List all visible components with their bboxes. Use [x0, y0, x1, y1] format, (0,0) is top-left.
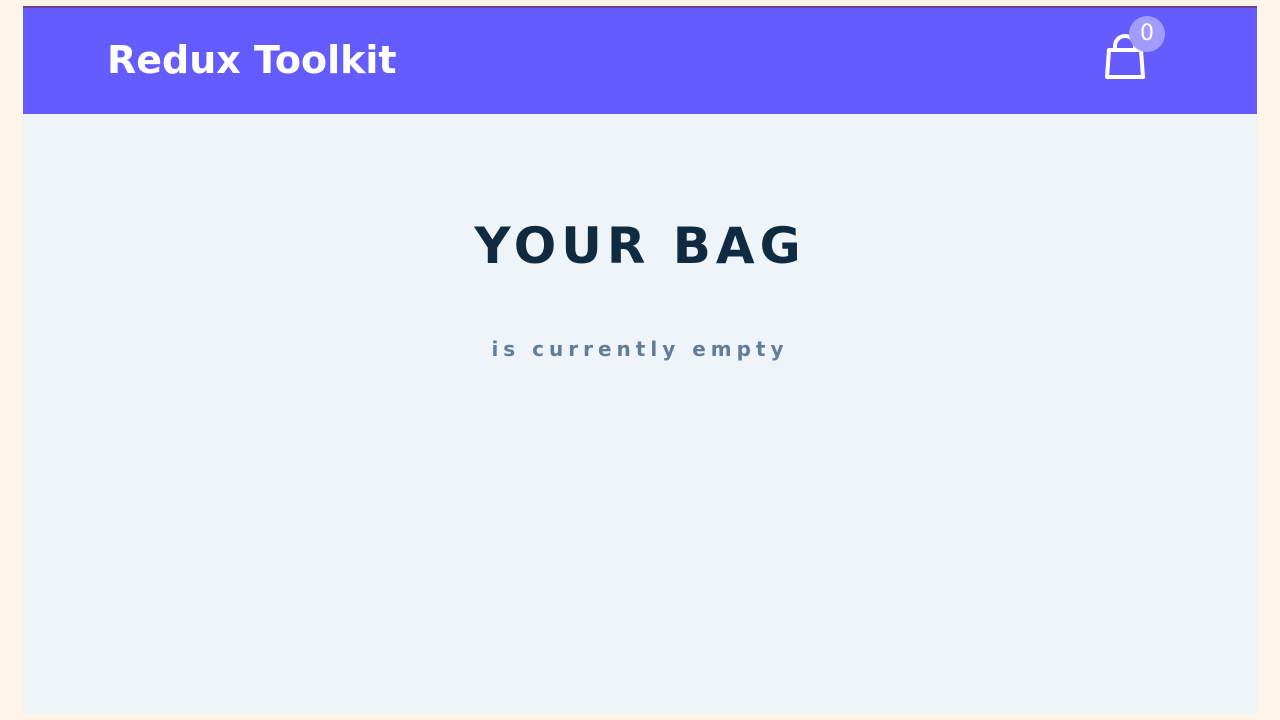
brand-title: Redux Toolkit [107, 38, 397, 82]
navbar: Redux Toolkit 0 [23, 8, 1257, 114]
empty-cart-message: is currently empty [491, 337, 789, 361]
app-frame: Redux Toolkit 0 YOUR BAG is currently em… [23, 6, 1257, 714]
cart-count-badge: 0 [1129, 16, 1165, 52]
cart-title: YOUR BAG [474, 217, 806, 275]
cart-section: YOUR BAG is currently empty [23, 114, 1257, 714]
